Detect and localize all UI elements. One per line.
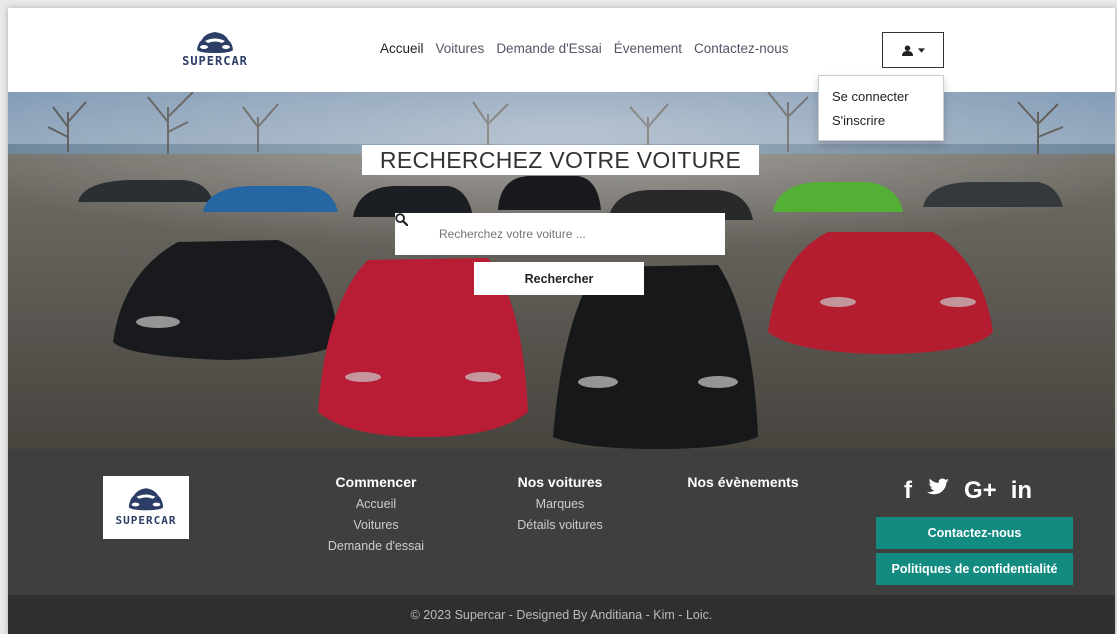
nav-contactez-nous[interactable]: Contactez-nous [694,41,789,56]
footer-col-nos-voitures: Nos voitures Marques Détails voitures [500,474,620,536]
site-footer: SUPERCAR Commencer Accueil Voitures Dema… [8,449,1115,595]
user-icon [901,44,913,56]
search-button[interactable]: Rechercher [474,262,644,295]
nav-voitures[interactable]: Voitures [436,41,485,56]
main-nav: Accueil Voitures Demande d'Essai Éveneme… [380,41,789,56]
browser-page: SUPERCAR Accueil Voitures Demande d'Essa… [8,8,1115,634]
footer-link-accueil[interactable]: Accueil [321,494,431,515]
footer-link-voitures[interactable]: Voitures [321,515,431,536]
car-logo-icon [128,488,164,511]
footer-logo[interactable]: SUPERCAR [103,476,189,539]
nav-demande-essai[interactable]: Demande d'Essai [496,41,601,56]
hero-section: RECHERCHEZ VOTRE VOITURE Rechercher [8,92,1115,449]
footer-col-title: Nos voitures [517,474,603,490]
car-logo-icon [197,32,233,53]
twitter-icon[interactable] [926,477,950,505]
logo-text: SUPERCAR [182,54,248,68]
google-plus-icon[interactable]: G+ [964,477,997,505]
footer-col-title: Nos évènements [687,474,799,490]
menu-item-s-inscrire[interactable]: S'inscrire [819,110,943,134]
search-input[interactable] [439,227,709,241]
privacy-policy-button[interactable]: Politiques de confidentialité [876,553,1073,585]
search-bar [395,213,725,255]
social-links: f G+ in [904,477,1032,505]
contact-button[interactable]: Contactez-nous [876,517,1073,549]
site-logo[interactable]: SUPERCAR [170,26,260,72]
site-header: SUPERCAR Accueil Voitures Demande d'Essa… [8,8,1115,92]
user-dropdown-menu: Se connecter S'inscrire [818,75,944,141]
search-icon [395,213,439,255]
menu-item-se-connecter[interactable]: Se connecter [819,86,943,110]
nav-accueil[interactable]: Accueil [380,41,424,56]
user-menu-button[interactable] [882,32,944,68]
hero-title: RECHERCHEZ VOTRE VOITURE [362,145,759,175]
linkedin-icon[interactable]: in [1011,477,1032,505]
footer-col-commencer: Commencer Accueil Voitures Demande d'ess… [321,474,431,557]
footer-link-demande-essai[interactable]: Demande d'essai [321,536,431,557]
footer-col-title: Commencer [335,474,417,490]
nav-evenement[interactable]: Évenement [614,41,682,56]
facebook-icon[interactable]: f [904,477,912,505]
footer-logo-text: SUPERCAR [115,514,177,527]
caret-down-icon [917,47,925,53]
footer-col-nos-evenements: Nos évènements [678,474,808,494]
copyright-bar: © 2023 Supercar - Designed By Anditiana … [8,595,1115,634]
footer-link-details-voitures[interactable]: Détails voitures [500,515,620,536]
footer-link-marques[interactable]: Marques [500,494,620,515]
